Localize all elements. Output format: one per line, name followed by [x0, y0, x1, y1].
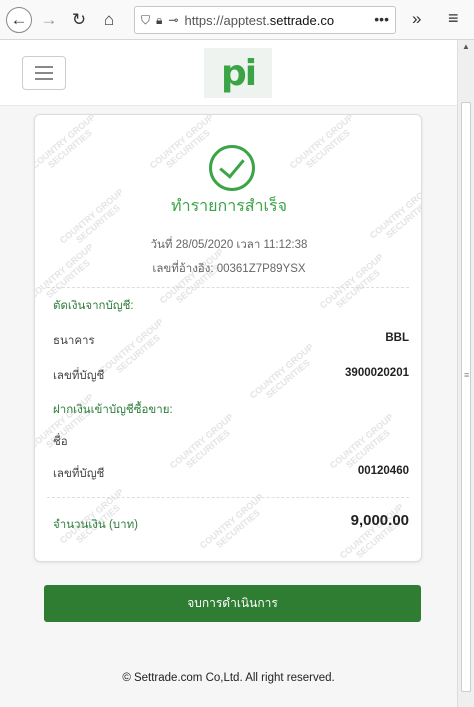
check-circle-icon: [209, 145, 255, 191]
credit-section-title: ฝากเงินเข้าบัญชีซื้อขาย:: [53, 404, 173, 416]
copyright-footer: © Settrade.com Co,Ltd. All right reserve…: [122, 672, 335, 684]
app-header: pi: [0, 40, 457, 106]
scroll-up-icon[interactable]: ▲: [462, 42, 470, 51]
divider: [47, 497, 409, 498]
transaction-reference: เลขที่อ้างอิง: 00361Z7P89YSX: [152, 263, 306, 275]
watermark: COUNTRY GROUP SECURITIES: [157, 246, 226, 306]
pi-logo: pi: [204, 48, 272, 98]
debit-account-value: 3900020201: [345, 367, 409, 379]
debit-bank-label: ธนาคาร: [53, 335, 95, 347]
watermark: COUNTRY GROUP SECURITIES: [287, 114, 356, 171]
credit-account-value: 00120460: [357, 465, 409, 477]
amount-value: 9,000.00: [350, 512, 409, 529]
debit-section-title: ตัดเงินจากบัญชี:: [53, 300, 134, 312]
success-title: ทำรายการสำเร็จ: [171, 198, 287, 215]
lock-icon[interactable]: 🔒︎: [156, 13, 162, 28]
watermark: COUNTRY GROUP SECURITIES: [247, 341, 316, 401]
debit-bank-value: BBL: [385, 332, 409, 344]
address-bar[interactable]: ⛉ 🔒︎ ⊸ https://apptest.settrade.co •••: [134, 6, 396, 34]
watermark: COUNTRY GROUP SECURITIES: [167, 411, 236, 471]
url-text[interactable]: https://apptest.settrade.co: [184, 13, 334, 28]
credit-account-label: เลขที่บัญชี: [53, 468, 105, 480]
credit-name-label: ชื่อ: [53, 436, 68, 448]
divider: [47, 287, 409, 288]
watermark: COUNTRY GROUP SECURITIES: [97, 316, 166, 376]
hamburger-menu-button[interactable]: [22, 56, 66, 90]
watermark: COUNTRY GROUP SECURITIES: [34, 114, 98, 171]
finish-button[interactable]: จบการดำเนินการ: [44, 585, 421, 622]
overflow-icon[interactable]: »: [412, 9, 421, 29]
receipt-card: COUNTRY GROUP SECURITIES COUNTRY GROUP SEC…: [34, 114, 422, 562]
amount-label: จำนวนเงิน (บาท): [53, 519, 138, 531]
shield-icon[interactable]: ⛉: [141, 13, 150, 28]
menu-icon[interactable]: ≡: [448, 8, 459, 29]
back-icon[interactable]: ←: [6, 6, 32, 33]
browser-toolbar: ← → ↻ ⌂ ⛉ 🔒︎ ⊸ https://apptest.settrade.…: [0, 0, 474, 40]
scroll-thumb[interactable]: [461, 102, 471, 692]
watermark: COUNTRY GROUP SECURITIES: [197, 491, 266, 551]
debit-account-label: เลขที่บัญชี: [53, 370, 105, 382]
watermark: COUNTRY GROUP SECURITIES: [337, 501, 406, 561]
transaction-datetime: วันที่ 28/05/2020 เวลา 11:12:38: [150, 239, 308, 251]
scroll-grip-icon: ≡: [464, 370, 470, 380]
key-icon: ⊸: [168, 13, 179, 27]
home-icon[interactable]: ⌂: [96, 7, 122, 33]
scrollbar[interactable]: ▲ ≡: [457, 40, 474, 707]
forward-icon[interactable]: →: [36, 7, 62, 33]
page-actions-icon[interactable]: •••: [370, 11, 389, 27]
reload-icon[interactable]: ↻: [66, 7, 92, 33]
